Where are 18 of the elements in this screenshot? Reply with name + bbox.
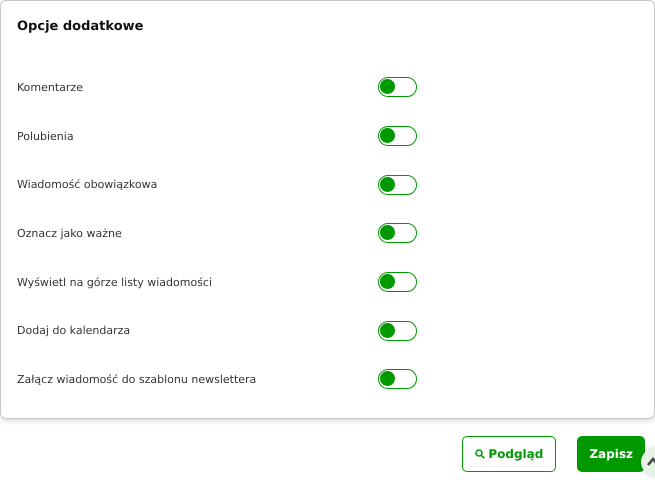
option-label: Oznacz jako ważne [17,226,123,240]
search-icon [475,449,486,459]
toggle-switch[interactable] [378,369,417,390]
toggle-switch[interactable] [378,77,417,98]
option-label: Wyświetl na górze listy wiadomości [17,276,214,289]
option-label: Polubienia [17,130,75,143]
save-button[interactable]: Zapisz [577,436,645,472]
toggle-switch[interactable] [378,223,417,244]
toggle-switch[interactable] [378,174,417,195]
preview-button[interactable]: Podgląd [462,436,556,472]
card-title: Opcje dodatkowe [17,19,144,35]
toggle-switch[interactable] [378,272,417,292]
option-label: Załącz wiadomość do szablonu newslettera [17,372,258,386]
toggle-switch[interactable] [378,320,417,341]
option-label: Wiadomość obowiązkowa [17,178,158,192]
option-label: Komentarze [17,80,84,94]
option-label: Dodaj do kalendarza [17,324,132,338]
toggle-switch[interactable] [378,126,417,146]
